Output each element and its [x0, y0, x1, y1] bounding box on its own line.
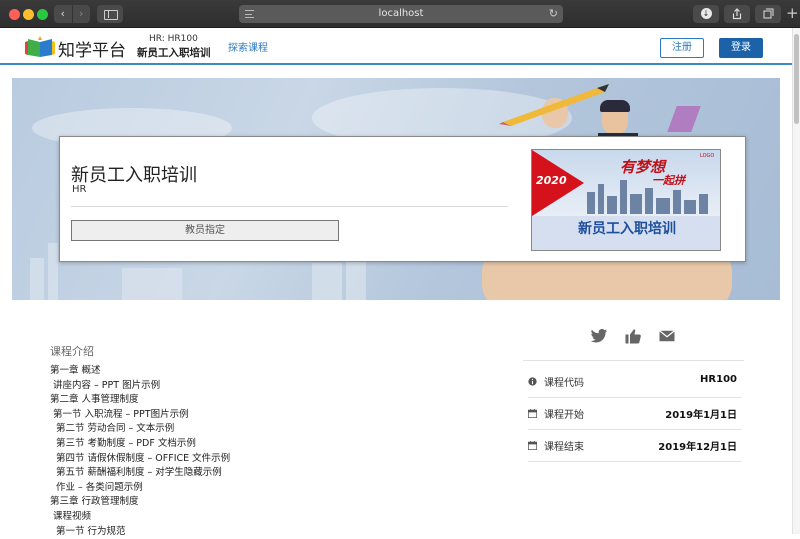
sidebar-toggle-icon[interactable]: [97, 5, 123, 23]
course-toc: 第一章 概述 讲座内容 – PPT 图片示例 第二章 人事管理制度 第一节 入职…: [50, 364, 230, 539]
site-logo-text[interactable]: 知学平台: [58, 36, 126, 61]
thumbnail-building: [587, 192, 595, 214]
minimize-window-button[interactable]: [23, 9, 34, 20]
browser-toolbar: ‹ › localhost ↻ ↓ +: [0, 0, 800, 28]
thumbnail-building: [699, 194, 708, 214]
email-icon[interactable]: [658, 327, 676, 345]
site-header: 知学平台 HR: HR100 新员工入职培训 探索课程 注册 登录: [0, 28, 792, 65]
course-thumbnail: 2020 有梦想 一起拼 LOGO 新员工入职培训: [531, 149, 721, 251]
course-title: 新员工入职培训: [137, 47, 211, 59]
toc-item[interactable]: 第一章 概述: [50, 364, 230, 379]
course-id: HR: HR100: [149, 34, 198, 44]
toc-item[interactable]: 第二章 人事管理制度: [50, 393, 230, 408]
close-window-button[interactable]: [9, 9, 20, 20]
page-scrollbar[interactable]: [792, 28, 800, 534]
thumbnail-building: [620, 180, 627, 214]
twitter-icon[interactable]: [590, 327, 608, 345]
register-button[interactable]: 注册: [660, 38, 704, 58]
share-button[interactable]: [724, 5, 750, 23]
meta-value: HR100: [700, 374, 737, 385]
banner-figure-tie: [667, 106, 701, 132]
toc-item[interactable]: 第一节 入职流程 – PPT图片示例: [50, 408, 230, 423]
address-bar[interactable]: localhost ↻: [239, 5, 563, 23]
new-tab-icon[interactable]: +: [786, 4, 799, 22]
thumbnail-logo: LOGO: [700, 153, 715, 159]
calendar-icon: [528, 441, 537, 450]
thumbnail-building: [607, 196, 617, 214]
card-divider: [71, 206, 508, 207]
toc-item[interactable]: 第四节 请假休假制度 – OFFICE 文件示例: [50, 452, 230, 467]
thumbs-up-icon[interactable]: [624, 327, 642, 345]
banner-building: [48, 243, 58, 300]
meta-label: 课程开始: [544, 410, 584, 421]
banner-pencil: [499, 84, 609, 126]
meta-value: 2019年1月1日: [665, 410, 737, 421]
back-icon[interactable]: ‹: [54, 5, 72, 23]
meta-divider: [523, 360, 744, 361]
toc-item[interactable]: 第一节 行为规范: [50, 525, 230, 539]
toc-item[interactable]: 作业 – 各类问题示例: [50, 481, 230, 496]
zoom-window-button[interactable]: [37, 9, 48, 20]
thumbnail-building: [630, 194, 642, 214]
toc-item[interactable]: 第三章 行政管理制度: [50, 495, 230, 510]
download-icon: ↓: [700, 8, 712, 19]
meta-label: 课程代码: [544, 378, 584, 389]
thumbnail-building: [598, 184, 604, 214]
thumbnail-slogan-2: 一起拼: [652, 174, 685, 187]
toc-item[interactable]: 课程视频: [50, 510, 230, 525]
course-hero-title: 新员工入职培训: [71, 165, 197, 186]
meta-value: 2019年12月1日: [658, 442, 737, 453]
banner-building: [312, 263, 342, 300]
forward-icon[interactable]: ›: [71, 5, 91, 23]
thumbnail-course-name: 新员工入职培训: [578, 221, 676, 237]
toc-item[interactable]: 第二节 劳动合同 – 文本示例: [50, 422, 230, 437]
downloads-button[interactable]: ↓: [693, 5, 719, 23]
thumbnail-year: 2020: [536, 174, 567, 187]
book-logo-icon[interactable]: [24, 36, 56, 58]
meta-row-code: 课程代码 HR100: [528, 366, 741, 398]
course-intro-heading: 课程介绍: [50, 345, 94, 358]
course-hero-card: 新员工入职培训 HR 教员指定 2020 有梦想 一起拼 LOGO 新员工入职培…: [59, 136, 746, 262]
explore-courses-link[interactable]: 探索课程: [228, 39, 268, 54]
history-nav: ‹ ›: [54, 5, 90, 23]
tabs-icon: [763, 8, 773, 19]
toc-item[interactable]: 第五节 薪酬福利制度 – 对学生隐藏示例: [50, 466, 230, 481]
toc-item[interactable]: 第三节 考勤制度 – PDF 文档示例: [50, 437, 230, 452]
banner-building: [30, 258, 44, 300]
banner-building: [122, 268, 182, 300]
share-icon: [732, 8, 742, 20]
course-org: HR: [72, 184, 87, 195]
tabs-overview-button[interactable]: [755, 5, 781, 23]
meta-row-start: 课程开始 2019年1月1日: [528, 398, 741, 430]
enroll-button[interactable]: 教员指定: [71, 220, 339, 241]
reload-icon[interactable]: ↻: [549, 5, 558, 23]
thumbnail-building: [684, 200, 696, 214]
thumbnail-building: [645, 188, 653, 214]
toc-item[interactable]: 讲座内容 – PPT 图片示例: [50, 379, 230, 394]
meta-row-end: 课程结束 2019年12月1日: [528, 430, 741, 462]
scrollbar-thumb[interactable]: [794, 34, 799, 124]
meta-label: 课程结束: [544, 442, 584, 453]
reader-icon[interactable]: [245, 10, 254, 18]
calendar-icon: [528, 409, 537, 418]
info-icon: [528, 377, 537, 386]
login-button[interactable]: 登录: [719, 38, 763, 58]
thumbnail-building: [673, 190, 681, 214]
thumbnail-building: [656, 198, 670, 214]
url-text: localhost: [378, 8, 424, 19]
